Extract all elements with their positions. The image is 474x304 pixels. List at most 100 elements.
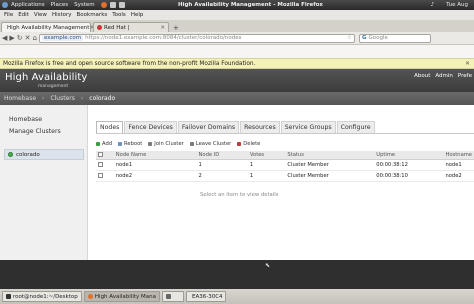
menu-bookmarks[interactable]: Bookmarks [77, 12, 108, 18]
join-cluster-button[interactable]: Join Cluster [148, 141, 184, 147]
url-text[interactable]: https://node1.example.com:8084/cluster/c… [85, 35, 241, 41]
cell-votes: 1 [247, 170, 286, 182]
table-row[interactable]: node1 1 1 Cluster Member 00:00:38:12 nod… [96, 159, 474, 171]
cell-status: Cluster Member [285, 170, 375, 182]
bookmarks-toolbar [0, 45, 474, 58]
menu-file[interactable]: File [4, 12, 13, 18]
row-checkbox[interactable] [96, 170, 114, 182]
node-actions: Add Reboot Join Cluster Leave Cluster De… [96, 141, 260, 147]
reboot-button[interactable]: Reboot [118, 141, 142, 147]
sidebar-item-cluster[interactable]: colorado [4, 149, 84, 160]
col-votes[interactable]: Votes [247, 151, 286, 160]
cell-hostname: node2 [443, 170, 474, 182]
bookmark-star-icon[interactable]: ☆ [347, 35, 352, 41]
menu-help[interactable]: Help [131, 12, 144, 18]
cell-uptime: 00:00:38:10 [374, 170, 444, 182]
main-content: Homebase Manage Clusters colorado Nodes … [0, 105, 474, 260]
row-checkbox[interactable] [96, 159, 114, 171]
url-bar[interactable]: example.com https://node1.example.com:80… [38, 33, 355, 43]
sidebar-item-manage-clusters[interactable]: Manage Clusters [9, 128, 61, 135]
browser-tab-redhat[interactable]: Red Hat | ✕ [93, 22, 169, 32]
add-icon [96, 142, 100, 146]
task-ea36[interactable]: EA36-30C4 [186, 291, 226, 302]
firefox-icon [88, 294, 93, 299]
about-link[interactable]: About [414, 73, 430, 79]
browser-tab-label: Red Hat | [104, 24, 130, 31]
notification-bar: Mozilla Firefox is free and open source … [0, 58, 474, 69]
menu-system[interactable]: System [74, 2, 95, 8]
task-firefox[interactable]: High Availability Mana [84, 291, 160, 302]
cell-status: Cluster Member [285, 159, 375, 171]
gnome-top-panel: Applications Places System High Availabi… [0, 0, 474, 10]
tab-configure[interactable]: Configure [336, 121, 375, 133]
browser-tab-ha[interactable]: High Availability Management ✕ [1, 22, 94, 32]
breadcrumb: Homebase › Clusters › colorado [0, 92, 474, 105]
col-node-id[interactable]: Node ID [196, 151, 248, 160]
menu-view[interactable]: View [34, 12, 47, 18]
sidebar-item-homebase[interactable]: Homebase [9, 116, 42, 123]
task-label: EA36-30C4 [192, 293, 223, 300]
back-icon[interactable]: ◀ [2, 34, 7, 42]
tab-fence-devices[interactable]: Fence Devices [124, 121, 177, 133]
select-all-checkbox[interactable] [96, 151, 114, 160]
volume-icon[interactable]: ♪ [431, 2, 435, 8]
col-node-name[interactable]: Node Name [113, 151, 197, 160]
menu-tools[interactable]: Tools [112, 12, 126, 18]
close-tab-icon[interactable]: ✕ [160, 25, 165, 31]
leave-cluster-button[interactable]: Leave Cluster [189, 141, 231, 147]
col-hostname[interactable]: Hostname [443, 151, 474, 160]
forward-icon[interactable]: ▶ [9, 34, 14, 42]
window-title: High Availability Management - Mozilla F… [178, 1, 323, 8]
cell-uptime: 00:00:38:12 [374, 159, 444, 171]
reload-icon[interactable]: ↻ [17, 34, 23, 42]
close-notification-icon[interactable]: ✕ [465, 61, 470, 67]
cell-node-name: node1 [113, 159, 197, 171]
tab-service-groups[interactable]: Service Groups [280, 121, 336, 133]
app-brand-sub: management [38, 84, 69, 89]
cell-hostname: node1 [443, 159, 474, 171]
task-window[interactable] [162, 291, 184, 302]
mail-launcher-icon[interactable] [109, 2, 116, 8]
table-row[interactable]: node2 2 1 Cluster Member 00:00:38:10 nod… [96, 170, 474, 182]
cell-votes: 1 [247, 159, 286, 171]
gnome-foot-icon[interactable] [2, 2, 8, 8]
menu-history[interactable]: History [52, 12, 72, 18]
breadcrumb-clusters[interactable]: Clusters [50, 95, 74, 102]
tab-resources[interactable]: Resources [240, 121, 280, 133]
col-uptime[interactable]: Uptime [374, 151, 444, 160]
search-input[interactable]: G Google [358, 33, 431, 43]
cluster-name: colorado [16, 151, 40, 158]
home-icon[interactable]: ⌂ [33, 34, 37, 42]
menu-edit[interactable]: Edit [18, 12, 29, 18]
admin-link[interactable]: Admin [435, 73, 453, 79]
tab-failover-domains[interactable]: Failover Domains [177, 121, 240, 133]
clock[interactable]: Tue Aug [446, 2, 468, 8]
firefox-menubar: File Edit View History Bookmarks Tools H… [0, 10, 474, 20]
cell-node-id: 2 [196, 170, 248, 182]
gnome-bottom-panel: root@node1:~/Desktop High Availability M… [0, 289, 474, 304]
breadcrumb-separator: › [42, 95, 45, 102]
menu-applications[interactable]: Applications [11, 2, 45, 8]
add-button[interactable]: Add [96, 141, 112, 147]
site-identity[interactable]: example.com [41, 35, 84, 41]
google-icon: G [361, 35, 367, 41]
tab-nodes[interactable]: Nodes [96, 121, 124, 133]
stop-icon[interactable]: ✕ [25, 34, 31, 42]
cell-node-id: 1 [196, 159, 248, 171]
col-status[interactable]: Status [285, 151, 375, 160]
new-tab-icon[interactable]: + [173, 24, 179, 32]
breadcrumb-homebase[interactable]: Homebase [4, 95, 36, 102]
firefox-launcher-icon[interactable] [100, 2, 107, 8]
status-ok-icon [8, 152, 13, 157]
preferences-link[interactable]: Prefe [458, 73, 472, 79]
tab-divider [96, 133, 474, 134]
app-header: High Availability management About Admin… [0, 69, 474, 92]
browser-tabbar: High Availability Management ✕ Red Hat |… [0, 20, 474, 32]
menu-places[interactable]: Places [51, 2, 69, 8]
leave-icon [189, 142, 194, 146]
help-launcher-icon[interactable] [118, 2, 125, 8]
join-icon [148, 142, 153, 146]
terminal-icon [6, 294, 11, 299]
delete-button[interactable]: Delete [237, 141, 260, 147]
task-terminal[interactable]: root@node1:~/Desktop [2, 291, 82, 302]
